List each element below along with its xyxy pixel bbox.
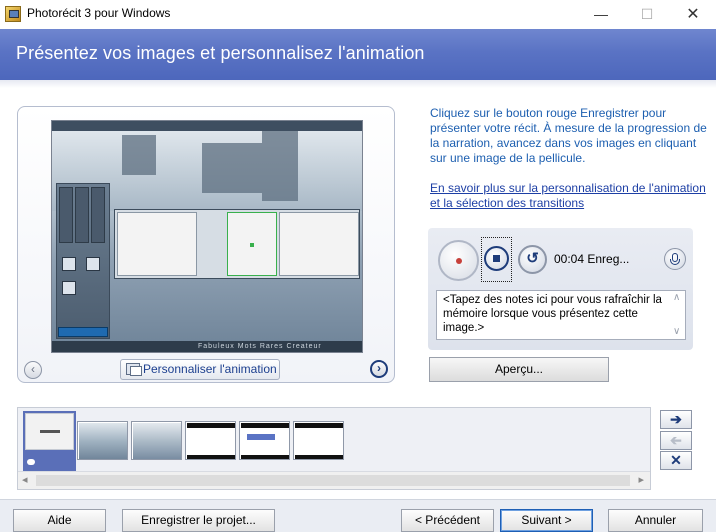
selection-handle — [250, 243, 254, 247]
chevron-left-icon: ‹ — [31, 362, 35, 376]
next-image-button[interactable]: › — [370, 360, 388, 378]
delete-image-button[interactable]: ✕ — [660, 451, 692, 470]
stop-button[interactable] — [484, 246, 509, 271]
maximize-button[interactable]: ☐ — [624, 0, 670, 29]
move-left-button[interactable]: ➔ — [660, 431, 692, 450]
preview-ship-shape — [262, 131, 298, 201]
thumb-image — [241, 423, 289, 459]
preview-doc-icon — [62, 281, 76, 295]
instructions-text: Cliquez sur le bouton rouge Enregistrer … — [430, 106, 707, 165]
stop-button-focus — [481, 237, 512, 282]
film-thumb-selected[interactable] — [23, 411, 76, 471]
preview-frame — [117, 212, 197, 276]
film-thumb[interactable] — [131, 421, 182, 460]
film-thumb[interactable] — [77, 421, 128, 460]
preview-export-button — [58, 327, 108, 337]
previous-image-button[interactable]: ‹ — [24, 361, 42, 379]
save-project-button[interactable]: Enregistrer le projet... — [122, 509, 275, 532]
undo-button[interactable]: ↺ — [518, 245, 547, 274]
film-thumb[interactable] — [185, 421, 236, 460]
thumb-image — [133, 423, 181, 459]
window-title: Photorécit 3 pour Windows — [27, 6, 171, 20]
scroll-right-icon[interactable]: ▸ — [638, 473, 644, 486]
undo-icon: ↺ — [526, 250, 539, 267]
microphone-icon-base — [670, 259, 680, 265]
close-icon: ✕ — [670, 452, 682, 468]
preview-frames — [114, 209, 360, 279]
preview-tab — [75, 187, 89, 243]
preview-topbar — [52, 121, 362, 131]
move-right-button[interactable]: ➔ — [660, 410, 692, 429]
header-banner: Présentez vos images et personnalisez l'… — [0, 29, 716, 80]
preview-tab — [59, 187, 73, 243]
thumb-image — [79, 423, 127, 459]
preview-panel: Fabuleux Mots Rares Createur ‹ Personnal… — [17, 106, 395, 383]
preview-ship-shape — [122, 135, 156, 175]
preview-frame — [279, 212, 359, 276]
banner-divider — [0, 80, 716, 88]
next-button[interactable]: Suivant > — [500, 509, 593, 532]
thumb-content — [40, 430, 60, 433]
stop-icon — [493, 255, 500, 262]
customize-animation-button[interactable]: Personnaliser l'animation — [120, 359, 280, 380]
customize-animation-label: Personnaliser l'animation — [143, 362, 277, 376]
previous-button[interactable]: < Précédent — [401, 509, 494, 532]
record-icon — [456, 258, 462, 264]
thumb-image — [187, 423, 235, 459]
page-title: Présentez vos images et personnalisez l'… — [16, 43, 425, 63]
film-thumb[interactable] — [293, 421, 344, 460]
bottom-bar: Aide Enregistrer le projet... < Précéden… — [0, 499, 716, 532]
minimize-button[interactable]: — — [578, 0, 624, 29]
title-bar: Photorécit 3 pour Windows — ☐ ✕ — [0, 0, 716, 29]
preview-image-icon — [86, 257, 100, 271]
help-button[interactable]: Aide — [13, 509, 106, 532]
thumb-content — [247, 434, 275, 440]
thumb-image — [295, 423, 343, 459]
thumb-image — [25, 413, 74, 450]
microphone-button[interactable] — [664, 248, 686, 270]
arrow-right-icon: ➔ — [670, 411, 682, 427]
preview-frame-selected — [227, 212, 277, 276]
scroll-thumb[interactable] — [36, 475, 630, 486]
film-thumb[interactable] — [239, 421, 290, 460]
close-button[interactable]: ✕ — [670, 0, 716, 29]
filmstrip-scrollbar[interactable]: ◂ ▸ — [18, 471, 650, 489]
narration-icon — [27, 459, 35, 465]
app-icon — [5, 6, 21, 22]
preview-credits: Fabuleux Mots Rares Createur — [198, 343, 322, 350]
preview-tab — [91, 187, 105, 243]
preview-button[interactable]: Aperçu... — [429, 357, 609, 382]
notes-textarea[interactable]: <Tapez des notes ici pour vous rafraîchi… — [436, 290, 686, 340]
filmstrip: ◂ ▸ — [17, 407, 651, 490]
recording-timer: 00:04 Enreg... — [554, 252, 630, 266]
preview-screen: Fabuleux Mots Rares Createur — [51, 120, 363, 353]
cancel-button[interactable]: Annuler — [608, 509, 703, 532]
notes-scrollbar[interactable] — [671, 291, 685, 339]
slides-icon — [126, 363, 142, 376]
learn-more-link[interactable]: En savoir plus sur la personnalisation d… — [430, 181, 714, 211]
preview-add-icon — [62, 257, 76, 271]
chevron-right-icon: › — [377, 361, 381, 375]
record-button[interactable] — [438, 240, 479, 281]
arrow-left-icon: ➔ — [670, 432, 682, 448]
recorder-panel: ↺ 00:04 Enreg... <Tapez des notes ici po… — [428, 228, 693, 350]
notes-text: <Tapez des notes ici pour vous rafraîchi… — [443, 294, 662, 334]
scroll-left-icon[interactable]: ◂ — [22, 473, 28, 486]
preview-ship-shape — [202, 143, 262, 193]
